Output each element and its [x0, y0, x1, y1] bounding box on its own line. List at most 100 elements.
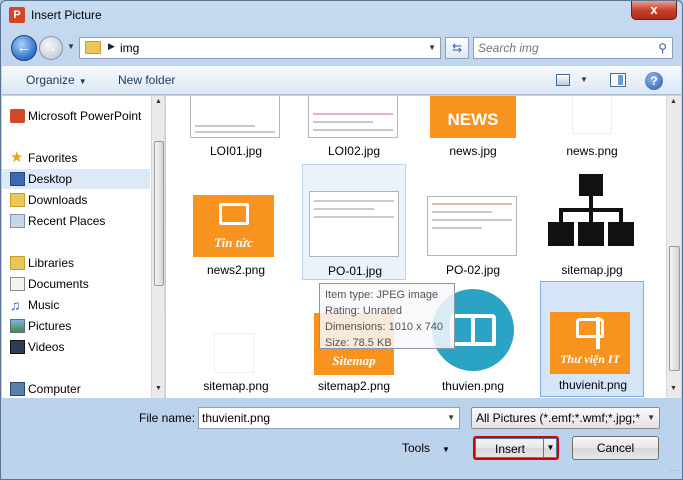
breadcrumb-arrow-icon[interactable]: ▶: [108, 41, 115, 52]
scrollbar-thumb[interactable]: [669, 246, 680, 371]
sidebar-item-label: Favorites: [28, 151, 78, 165]
thuvienit-logo-image: Thư viện IT: [550, 312, 630, 374]
music-icon: ♫: [10, 297, 21, 313]
recent-locations-dropdown[interactable]: ▼: [67, 42, 75, 51]
sidebar-item-music[interactable]: ♫ Music: [2, 295, 150, 315]
breadcrumb-img[interactable]: img: [120, 41, 139, 55]
logo-text: NEWS: [447, 110, 499, 129]
file-name-input[interactable]: [202, 410, 438, 426]
sidebar-item-favorites[interactable]: ★ Favorites: [2, 148, 150, 168]
sidebar-item-libraries[interactable]: Libraries: [2, 253, 150, 273]
organize-button[interactable]: Organize ▼: [26, 73, 87, 87]
sidebar-item-computer[interactable]: Computer: [2, 379, 150, 398]
scroll-down-arrow-icon[interactable]: ▼: [670, 385, 677, 392]
navigation-bar: ← → ▼ ▶ img ▼ ⇆ ⚲: [1, 31, 682, 63]
file-item-po-01[interactable]: PO-01.jpg: [302, 164, 406, 280]
file-list: LOI01.jpg LOI02.jpg NEWS news.jpg news.p…: [166, 96, 666, 398]
insert-label: Insert: [494, 442, 525, 456]
chevron-down-icon: ▼: [442, 445, 450, 454]
change-view-icon[interactable]: [556, 74, 570, 86]
file-item-thuvienit[interactable]: Thư viện IT thuvienit.png: [540, 281, 644, 397]
screenshot-thumbnail: [309, 191, 399, 257]
image-thumbnail: [214, 333, 254, 373]
sidebar-item-label: Downloads: [28, 193, 88, 207]
recent-places-icon: [10, 214, 25, 228]
chevron-down-icon: ▼: [78, 77, 87, 86]
tooltip-size: Size: 78.5 KB: [325, 337, 392, 349]
sidebar-item-label: Documents: [28, 277, 89, 291]
news2-logo-image: Tin tức: [193, 195, 274, 257]
cancel-button[interactable]: Cancel: [572, 436, 659, 460]
sidebar-item-documents[interactable]: Documents: [2, 274, 150, 294]
close-button[interactable]: x: [631, 1, 677, 20]
computer-icon: [10, 382, 25, 396]
screenshot-thumbnail: [427, 196, 517, 256]
libraries-icon: [10, 256, 25, 270]
file-name: news2.png: [206, 263, 266, 277]
logo-text: Sitemap: [332, 353, 376, 368]
sidebar-item-label: Computer: [28, 382, 81, 396]
search-input[interactable]: [478, 40, 648, 56]
file-item-news-png[interactable]: news.png: [540, 96, 644, 162]
file-name: news.png: [566, 144, 618, 158]
scroll-down-arrow-icon[interactable]: ▼: [155, 385, 162, 392]
new-folder-button[interactable]: New folder: [118, 73, 175, 87]
file-name-dropdown[interactable]: ▼: [447, 413, 455, 422]
sidebar-item-microsoft-powerpoint[interactable]: Microsoft PowerPoint: [2, 106, 150, 126]
megaphone-icon: [219, 203, 249, 225]
file-name: thuvien.png: [441, 379, 505, 393]
resize-grip[interactable]: ⋯: [669, 465, 678, 476]
file-name: sitemap.png: [203, 379, 269, 393]
tooltip-item-type: Item type: JPEG image: [325, 289, 439, 301]
tooltip-rating: Rating: Unrated: [325, 305, 403, 317]
insert-button[interactable]: Insert ▼: [473, 436, 559, 460]
tooltip-dimensions: Dimensions: 1010 x 740: [325, 321, 444, 333]
insert-options-dropdown[interactable]: ▼: [543, 438, 557, 458]
file-item-sitemap-jpg[interactable]: sitemap.jpg: [540, 164, 644, 280]
help-icon[interactable]: ?: [645, 72, 663, 90]
search-box[interactable]: ⚲: [473, 37, 673, 59]
file-item-loi02[interactable]: LOI02.jpg: [302, 96, 406, 162]
back-button[interactable]: ←: [11, 35, 37, 61]
file-item-po-02[interactable]: PO-02.jpg: [421, 164, 525, 280]
file-item-loi01[interactable]: LOI01.jpg: [184, 96, 288, 162]
scroll-up-arrow-icon[interactable]: ▲: [670, 98, 677, 105]
file-item-news-jpg[interactable]: NEWS news.jpg: [421, 96, 525, 162]
file-item-sitemap-png[interactable]: sitemap.png: [184, 283, 288, 398]
sidebar-item-downloads[interactable]: Downloads: [2, 190, 150, 210]
file-name: sitemap.jpg: [561, 263, 623, 277]
sitemap-icon: [548, 174, 634, 246]
search-icon[interactable]: ⚲: [658, 41, 667, 55]
sidebar-item-label: Videos: [28, 340, 65, 354]
file-list-scrollbar[interactable]: ▲ ▼: [666, 96, 681, 398]
navigation-pane: Microsoft PowerPoint ★ Favorites Desktop…: [2, 96, 165, 398]
tools-button[interactable]: Tools ▼: [402, 441, 450, 455]
news-logo-image: NEWS: [430, 96, 516, 138]
powerpoint-icon: P: [9, 7, 25, 23]
sidebar-item-desktop[interactable]: Desktop: [2, 169, 150, 189]
address-bar[interactable]: ▶ img ▼: [79, 37, 441, 59]
preview-pane-icon[interactable]: [610, 73, 626, 87]
logo-text: Tin tức: [214, 235, 253, 250]
sidebar-item-label: Music: [28, 298, 60, 312]
navigation-pane-scrollbar[interactable]: ▲ ▼: [151, 96, 164, 398]
address-dropdown[interactable]: ▼: [428, 43, 436, 52]
sidebar-item-label: Libraries: [28, 256, 75, 270]
sidebar-item-videos[interactable]: Videos: [2, 337, 150, 357]
file-type-value: All Pictures (*.emf;*.wmf;*.jpg;*: [476, 411, 641, 425]
book-icon: [450, 314, 496, 346]
view-options-dropdown[interactable]: ▼: [580, 75, 588, 84]
forward-button[interactable]: →: [39, 36, 63, 60]
scroll-up-arrow-icon[interactable]: ▲: [155, 98, 162, 105]
refresh-button[interactable]: ⇆: [445, 37, 469, 59]
sidebar-item-label: Pictures: [28, 319, 72, 333]
scrollbar-thumb[interactable]: [154, 141, 164, 286]
title-bar: P Insert Picture x: [1, 1, 682, 29]
file-type-select[interactable]: All Pictures (*.emf;*.wmf;*.jpg;* ▼: [471, 407, 660, 429]
file-item-news2[interactable]: Tin tức news2.png: [184, 164, 288, 280]
file-name-field[interactable]: ▼: [198, 407, 460, 429]
organize-label: Organize: [26, 73, 75, 87]
sidebar-item-pictures[interactable]: Pictures: [2, 316, 150, 336]
sidebar-item-recent-places[interactable]: Recent Places: [2, 211, 150, 231]
powerpoint-icon: [10, 109, 25, 123]
